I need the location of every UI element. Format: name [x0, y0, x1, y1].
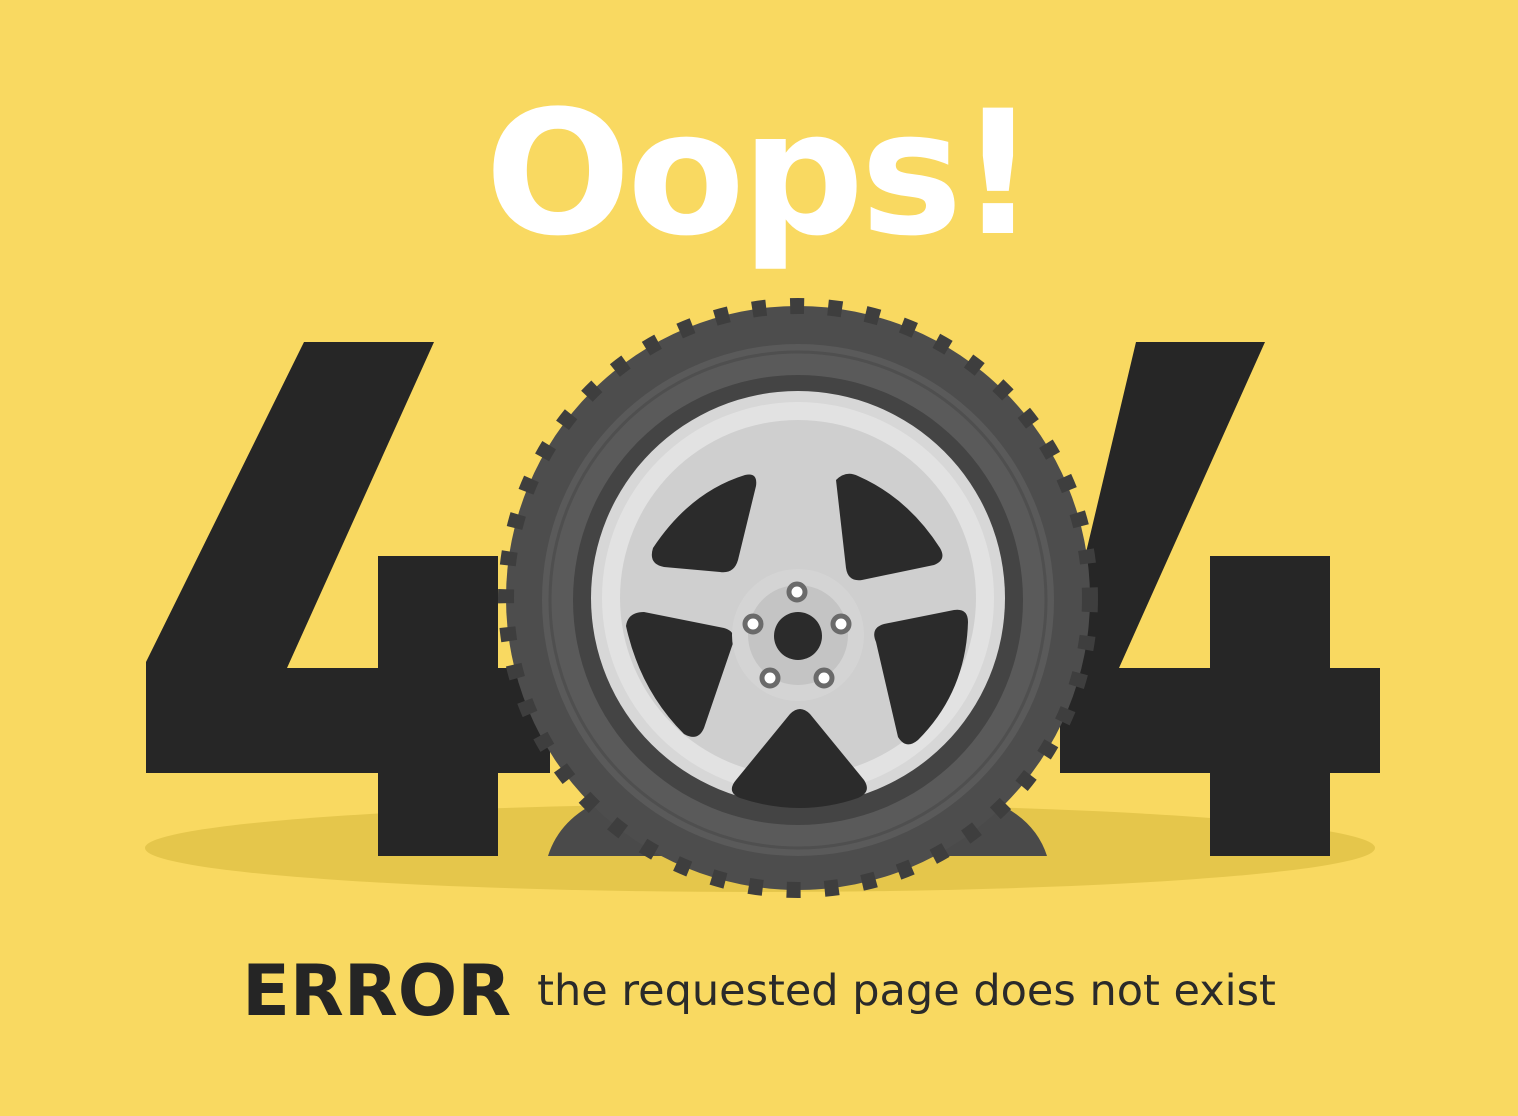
digit-four-right: [1060, 342, 1380, 856]
error-message-row: ERROR the requested page does not exist: [0, 950, 1518, 1032]
error-label: ERROR: [242, 950, 512, 1032]
digit-four-left: [146, 342, 550, 856]
404-illustration: [145, 298, 1380, 898]
flat-tire-icon: [498, 298, 1098, 898]
error-description: the requested page does not exist: [537, 966, 1276, 1016]
error-page: Oops! ERROR the requested page does not …: [0, 0, 1518, 1116]
